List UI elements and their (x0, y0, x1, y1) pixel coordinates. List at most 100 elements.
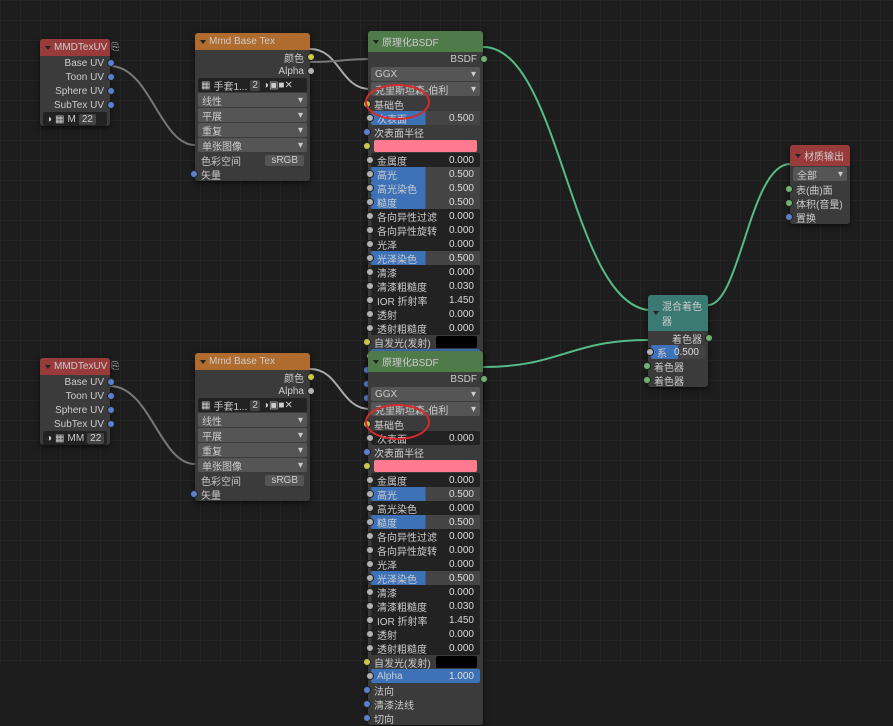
input-fac[interactable]: 系0.500 (651, 345, 705, 359)
output-shader[interactable]: 着色器 (648, 331, 708, 345)
output-alpha[interactable]: Alpha (195, 64, 310, 78)
output-color[interactable]: 颜色 (195, 370, 310, 384)
input-aniso[interactable]: 各向异性过滤0.000 (371, 529, 480, 543)
output-bsdf[interactable]: BSDF (368, 52, 483, 66)
dist-select[interactable]: GGX▾ (371, 387, 480, 401)
output-subtex-uv[interactable]: SubTex UV (40, 417, 110, 431)
input-sheent[interactable]: 光泽染色0.500 (371, 571, 480, 585)
name-field[interactable]: ◑▦M22 (43, 112, 107, 126)
input-spect[interactable]: 高光染色0.500 (371, 181, 480, 195)
single-select[interactable]: 单张图像▾ (198, 138, 307, 152)
output-toon-uv[interactable]: Toon UV (40, 70, 110, 84)
node-mmdtexuv-1[interactable]: MMDTexUV⎘ Base UV Toon UV Sphere UV SubT… (40, 39, 110, 126)
browse-icon[interactable]: ◑▣■✕ (263, 80, 293, 91)
sss-select[interactable]: 克里斯坦森-伯利▾ (371, 82, 480, 96)
opts-icon[interactable]: ⎘ (111, 361, 119, 372)
input-clear[interactable]: 清漆0.000 (371, 265, 480, 279)
input-subsurface[interactable]: 次表面0.000 (371, 431, 480, 445)
ext-select[interactable]: 重复▾ (198, 443, 307, 457)
node-mmdtexuv-2[interactable]: MMDTexUV⎘ Base UV Toon UV Sphere UV SubT… (40, 358, 110, 445)
opts-icon[interactable]: ⎘ (111, 42, 119, 53)
output-sphere-uv[interactable]: Sphere UV (40, 403, 110, 417)
output-bsdf[interactable]: BSDF (368, 372, 483, 386)
name-field[interactable]: ◑▦MM22 (43, 431, 107, 445)
output-toon-uv[interactable]: Toon UV (40, 389, 110, 403)
node-header[interactable]: 混合着色器 (648, 295, 708, 331)
input-vector[interactable]: 矢量 (195, 167, 310, 181)
input-subr[interactable]: 次表面半径 (368, 125, 483, 139)
input-anisor[interactable]: 各向异性旋转0.000 (371, 223, 480, 237)
node-header[interactable]: MMDTexUV⎘ (40, 39, 110, 56)
node-material-output[interactable]: 材质输出 全部▾ 表(曲)面 体积(音量) 置换 (790, 145, 850, 224)
output-sphere-uv[interactable]: Sphere UV (40, 84, 110, 98)
node-mmd-base-tex-2[interactable]: Mmd Base Tex 颜色 Alpha ▦手套1...2◑▣■✕ 线性▾ 平… (195, 353, 310, 501)
node-header[interactable]: 原理化BSDF (368, 351, 483, 372)
input-metal[interactable]: 金属度0.000 (371, 153, 480, 167)
output-alpha[interactable]: Alpha (195, 384, 310, 398)
proj-select[interactable]: 平展▾ (198, 428, 307, 442)
input-subc[interactable] (368, 459, 483, 473)
colorspace-row[interactable]: 色彩空间sRGB (195, 153, 310, 167)
proj-select[interactable]: 平展▾ (198, 108, 307, 122)
input-transr[interactable]: 透射粗糙度0.000 (371, 321, 480, 335)
input-sheen[interactable]: 光泽0.000 (371, 557, 480, 571)
input-emit[interactable]: 自发光(发射) (368, 335, 483, 349)
input-shader-1[interactable]: 着色器 (648, 359, 708, 373)
input-base[interactable]: 基础色 (368, 97, 483, 111)
input-normal[interactable]: 法向 (368, 683, 483, 697)
node-header[interactable]: 原理化BSDF (368, 31, 483, 52)
input-spect[interactable]: 高光染色0.000 (371, 501, 480, 515)
dist-select[interactable]: GGX▾ (371, 67, 480, 81)
input-volume[interactable]: 体积(音量) (790, 196, 850, 210)
colorspace-row[interactable]: 色彩空间sRGB (195, 473, 310, 487)
sss-select[interactable]: 克里斯坦森-伯利▾ (371, 402, 480, 416)
output-base-uv[interactable]: Base UV (40, 375, 110, 389)
node-header[interactable]: MMDTexUV⎘ (40, 358, 110, 375)
ext-select[interactable]: 重复▾ (198, 123, 307, 137)
input-rough[interactable]: 糙度0.500 (371, 515, 480, 529)
input-shader-2[interactable]: 着色器 (648, 373, 708, 387)
output-base-uv[interactable]: Base UV (40, 56, 110, 70)
node-header[interactable]: Mmd Base Tex (195, 353, 310, 370)
input-ior[interactable]: IOR 折射率1.450 (371, 613, 480, 627)
input-subr[interactable]: 次表面半径 (368, 445, 483, 459)
input-cn[interactable]: 清漆法线 (368, 697, 483, 711)
input-transr[interactable]: 透射粗糙度0.000 (371, 641, 480, 655)
interp-select[interactable]: 线性▾ (198, 413, 307, 427)
input-subsurface[interactable]: 次表面0.500 (371, 111, 480, 125)
input-emit[interactable]: 自发光(发射) (368, 655, 483, 669)
output-subtex-uv[interactable]: SubTex UV (40, 98, 110, 112)
interp-select[interactable]: 线性▾ (198, 93, 307, 107)
input-clear[interactable]: 清漆0.000 (371, 585, 480, 599)
input-rough[interactable]: 糙度0.500 (371, 195, 480, 209)
input-metal[interactable]: 金属度0.000 (371, 473, 480, 487)
node-header[interactable]: 材质输出 (790, 145, 850, 166)
node-principled-bsdf-1[interactable]: 原理化BSDF BSDF GGX▾ 克里斯坦森-伯利▾ 基础色 次表面0.500… (368, 31, 483, 405)
input-surface[interactable]: 表(曲)面 (790, 182, 850, 196)
node-mix-shader[interactable]: 混合着色器 着色器 系0.500 着色器 着色器 (648, 295, 708, 387)
image-field[interactable]: ▦手套1...2◑▣■✕ (198, 78, 307, 92)
node-mmd-base-tex-1[interactable]: Mmd Base Tex 颜色 Alpha ▦手套1...2◑▣■✕ 线性▾ 平… (195, 33, 310, 181)
input-subc[interactable] (368, 139, 483, 153)
target-select[interactable]: 全部▾ (793, 167, 847, 181)
input-sheent[interactable]: 光泽染色0.500 (371, 251, 480, 265)
browse-icon[interactable]: ◑▣■✕ (263, 400, 293, 411)
input-trans[interactable]: 透射0.000 (371, 627, 480, 641)
image-field[interactable]: ▦手套1...2◑▣■✕ (198, 398, 307, 412)
input-trans[interactable]: 透射0.000 (371, 307, 480, 321)
input-sheen[interactable]: 光泽0.000 (371, 237, 480, 251)
single-select[interactable]: 单张图像▾ (198, 458, 307, 472)
input-tan[interactable]: 切向 (368, 711, 483, 725)
input-spec[interactable]: 高光0.500 (371, 167, 480, 181)
input-aniso[interactable]: 各向异性过滤0.000 (371, 209, 480, 223)
output-color[interactable]: 颜色 (195, 50, 310, 64)
input-anisor[interactable]: 各向异性旋转0.000 (371, 543, 480, 557)
input-disp[interactable]: 置换 (790, 210, 850, 224)
input-base[interactable]: 基础色 (368, 417, 483, 431)
input-spec[interactable]: 高光0.500 (371, 487, 480, 501)
input-clearr[interactable]: 清漆粗糙度0.030 (371, 279, 480, 293)
input-vector[interactable]: 矢量 (195, 487, 310, 501)
input-alpha[interactable]: Alpha1.000 (371, 669, 480, 683)
node-principled-bsdf-2[interactable]: 原理化BSDF BSDF GGX▾ 克里斯坦森-伯利▾ 基础色 次表面0.000… (368, 351, 483, 725)
node-header[interactable]: Mmd Base Tex (195, 33, 310, 50)
